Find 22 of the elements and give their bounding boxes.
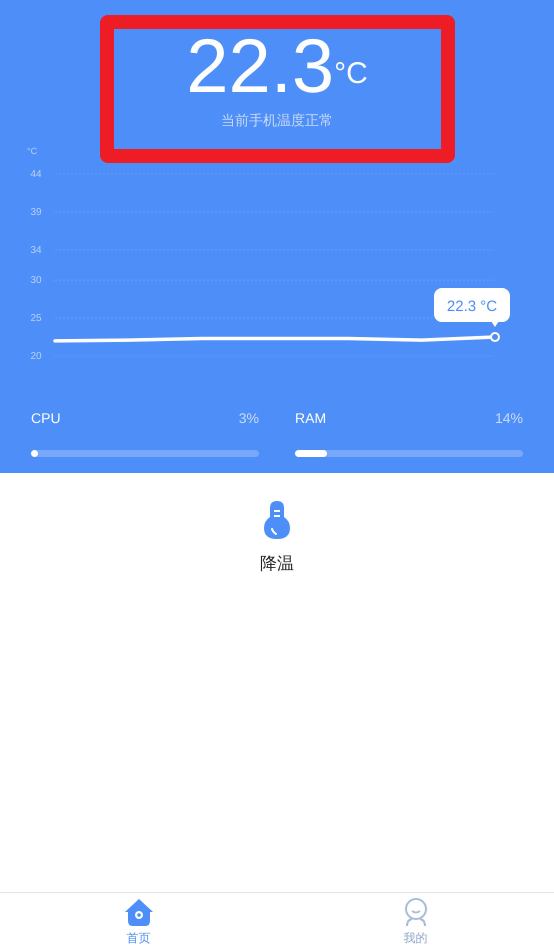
meter-label: CPU xyxy=(31,408,61,428)
tick-label: 34 xyxy=(30,244,42,256)
tab[interactable]: 首页 xyxy=(0,893,277,952)
temperature-value: 22.3 xyxy=(186,25,334,109)
axis-unit: °C xyxy=(27,145,38,158)
tick-label: 39 xyxy=(30,206,42,218)
tick-label: 44 xyxy=(30,169,42,180)
point-marker xyxy=(490,332,500,342)
meter-label: RAM xyxy=(295,408,326,428)
tick-label: 25 xyxy=(30,313,42,324)
temperature-status: 当前手机温度正常 xyxy=(221,112,333,131)
value-tooltip: 22.3 °C xyxy=(434,288,510,328)
tick-label: 20 xyxy=(30,351,42,362)
cool-down-button[interactable]: 降温 xyxy=(260,500,294,578)
temperature-unit: °C xyxy=(334,56,368,92)
thermometer-icon xyxy=(263,500,291,540)
tick-label: 30 xyxy=(30,275,42,286)
meter-reading: 14% xyxy=(494,408,523,428)
tab[interactable]: 我的 xyxy=(277,893,554,952)
home-icon xyxy=(124,897,154,927)
annotation: 22.3 °C xyxy=(446,298,498,316)
meter-reading: 3% xyxy=(238,408,259,428)
